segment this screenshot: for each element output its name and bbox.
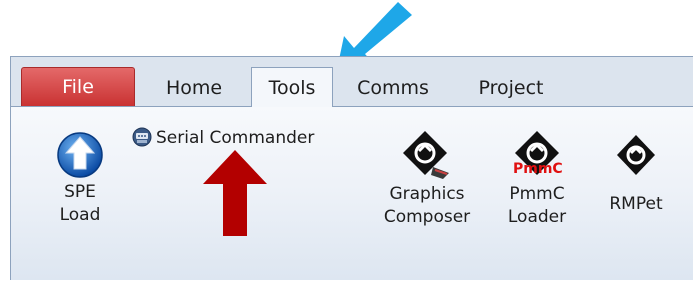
pmmc-loader-label-line1: PmmC	[509, 184, 565, 204]
tab-home[interactable]: Home	[148, 70, 240, 106]
spe-load-label-line1: SPE	[64, 182, 96, 202]
graphics-composer-label-line2: Composer	[383, 207, 471, 227]
tools-ribbon-panel: SPE Load Serial Commander Graphics Compo…	[11, 106, 693, 280]
pmmc-loader-icon-wrap: PmmC	[507, 129, 567, 183]
graphics-composer-button[interactable]: Graphics Composer	[371, 129, 483, 229]
graphics-composer-label-line1: Graphics	[389, 184, 465, 204]
app-window: File Home Tools Comms Project SPE Load S…	[10, 56, 693, 280]
serial-commander-label: Serial Commander	[156, 128, 315, 148]
serial-commander-button[interactable]: Serial Commander	[132, 127, 314, 151]
ribbon-tab-bar: File Home Tools Comms Project	[11, 57, 693, 107]
pmmc-loader-label-line2: Loader	[507, 207, 567, 227]
pmmc-badge: PmmC	[513, 161, 563, 177]
graphics-composer-icon	[403, 131, 449, 179]
tab-comms[interactable]: Comms	[345, 70, 441, 106]
red-callout-arrow-icon	[203, 150, 267, 236]
upload-circle-icon	[57, 132, 103, 178]
tab-file[interactable]: File	[21, 67, 135, 106]
rmpet-button[interactable]: RMPet	[591, 129, 681, 216]
pmmc-loader-button[interactable]: PmmC PmmC Loader	[496, 129, 578, 229]
tab-project[interactable]: Project	[457, 70, 565, 106]
spe-load-label-line2: Load	[59, 205, 101, 225]
tab-tools[interactable]: Tools	[251, 67, 333, 107]
spe-load-button[interactable]: SPE Load	[39, 129, 121, 227]
rmpet-label: RMPet	[609, 194, 663, 214]
serial-commander-icon	[132, 127, 152, 147]
rmpet-icon	[617, 135, 655, 175]
